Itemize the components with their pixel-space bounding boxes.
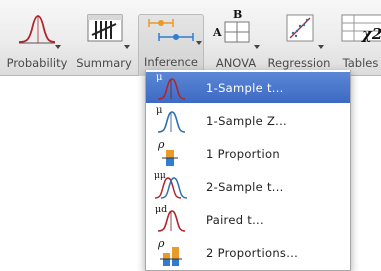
toolbar-tables-button[interactable]: χ2 Tables	[334, 9, 381, 71]
menu-item-label: 2-Sample t...	[206, 180, 284, 194]
chevron-down-icon	[196, 41, 202, 45]
mu-symbol: μ	[156, 72, 163, 83]
menu-item-2-sample-t[interactable]: μμ 2-Sample t...	[146, 171, 350, 202]
toolbar-label: Summary	[76, 56, 132, 70]
tally-marks-icon	[74, 9, 134, 49]
toolbar-label: Probability	[6, 56, 68, 70]
menu-item-2-proportions[interactable]: ρ 2 Proportions...	[146, 237, 350, 268]
toolbar: Probability Summary Inference B A ANOVA …	[0, 0, 381, 76]
inference-menu: μ 1-Sample t... μ 1-Sample Z... ρ 1 Prop…	[145, 70, 351, 271]
anova-table-icon: B A	[208, 8, 264, 49]
two-proportions-icon: ρ	[154, 237, 186, 268]
chevron-down-icon	[254, 45, 260, 49]
anova-letter-b: B	[233, 8, 243, 21]
app-window: Probability Summary Inference B A ANOVA …	[0, 0, 381, 271]
chevron-down-icon	[124, 45, 130, 49]
one-sample-z-icon: μ	[154, 105, 186, 136]
mu-symbol: μ	[156, 105, 163, 116]
toolbar-label: ANOVA	[215, 56, 257, 70]
menu-item-label: 1-Sample Z...	[206, 114, 287, 128]
rho-symbol: ρ	[158, 237, 165, 250]
rho-symbol: ρ	[158, 138, 165, 151]
menu-item-1-sample-z[interactable]: μ 1-Sample Z...	[146, 105, 350, 136]
normal-curve-icon	[7, 9, 67, 49]
anova-letter-a: A	[213, 26, 222, 39]
toolbar-regression-button[interactable]: Regression	[268, 9, 330, 71]
toolbar-label: Inference	[143, 55, 199, 69]
toolbar-label: Tables	[342, 56, 379, 70]
mu-mu-symbol: μμ	[154, 171, 166, 181]
menu-item-1-sample-t[interactable]: μ 1-Sample t...	[146, 72, 350, 103]
menu-item-label: 1-Sample t...	[206, 81, 284, 95]
menu-item-label: Paired t...	[206, 213, 264, 227]
toolbar-summary-button[interactable]: Summary	[73, 9, 135, 71]
toolbar-probability-button[interactable]: Probability	[6, 9, 68, 71]
menu-item-1-proportion[interactable]: ρ 1 Proportion	[146, 138, 350, 169]
toolbar-label: Regression	[267, 56, 331, 70]
toolbar-inference-button[interactable]: Inference	[138, 14, 204, 76]
toolbar-anova-button[interactable]: B A ANOVA	[207, 8, 265, 71]
menu-item-label: 2 Proportions...	[206, 246, 299, 260]
menu-item-label: 1 Proportion	[206, 147, 280, 161]
chi-square-text: χ2	[362, 25, 381, 43]
paired-t-icon: μd	[154, 204, 186, 235]
scatter-plot-icon	[269, 9, 329, 49]
chevron-down-icon	[318, 45, 324, 49]
one-proportion-icon: ρ	[154, 138, 186, 169]
confidence-intervals-icon	[139, 15, 203, 49]
chi-square-table-icon: χ2	[334, 9, 381, 49]
two-sample-t-icon: μμ	[154, 171, 188, 202]
menu-item-paired-t[interactable]: μd Paired t...	[146, 204, 350, 235]
mu-d-symbol: μd	[155, 204, 168, 215]
one-sample-t-icon: μ	[154, 72, 186, 103]
chevron-down-icon	[55, 45, 61, 49]
